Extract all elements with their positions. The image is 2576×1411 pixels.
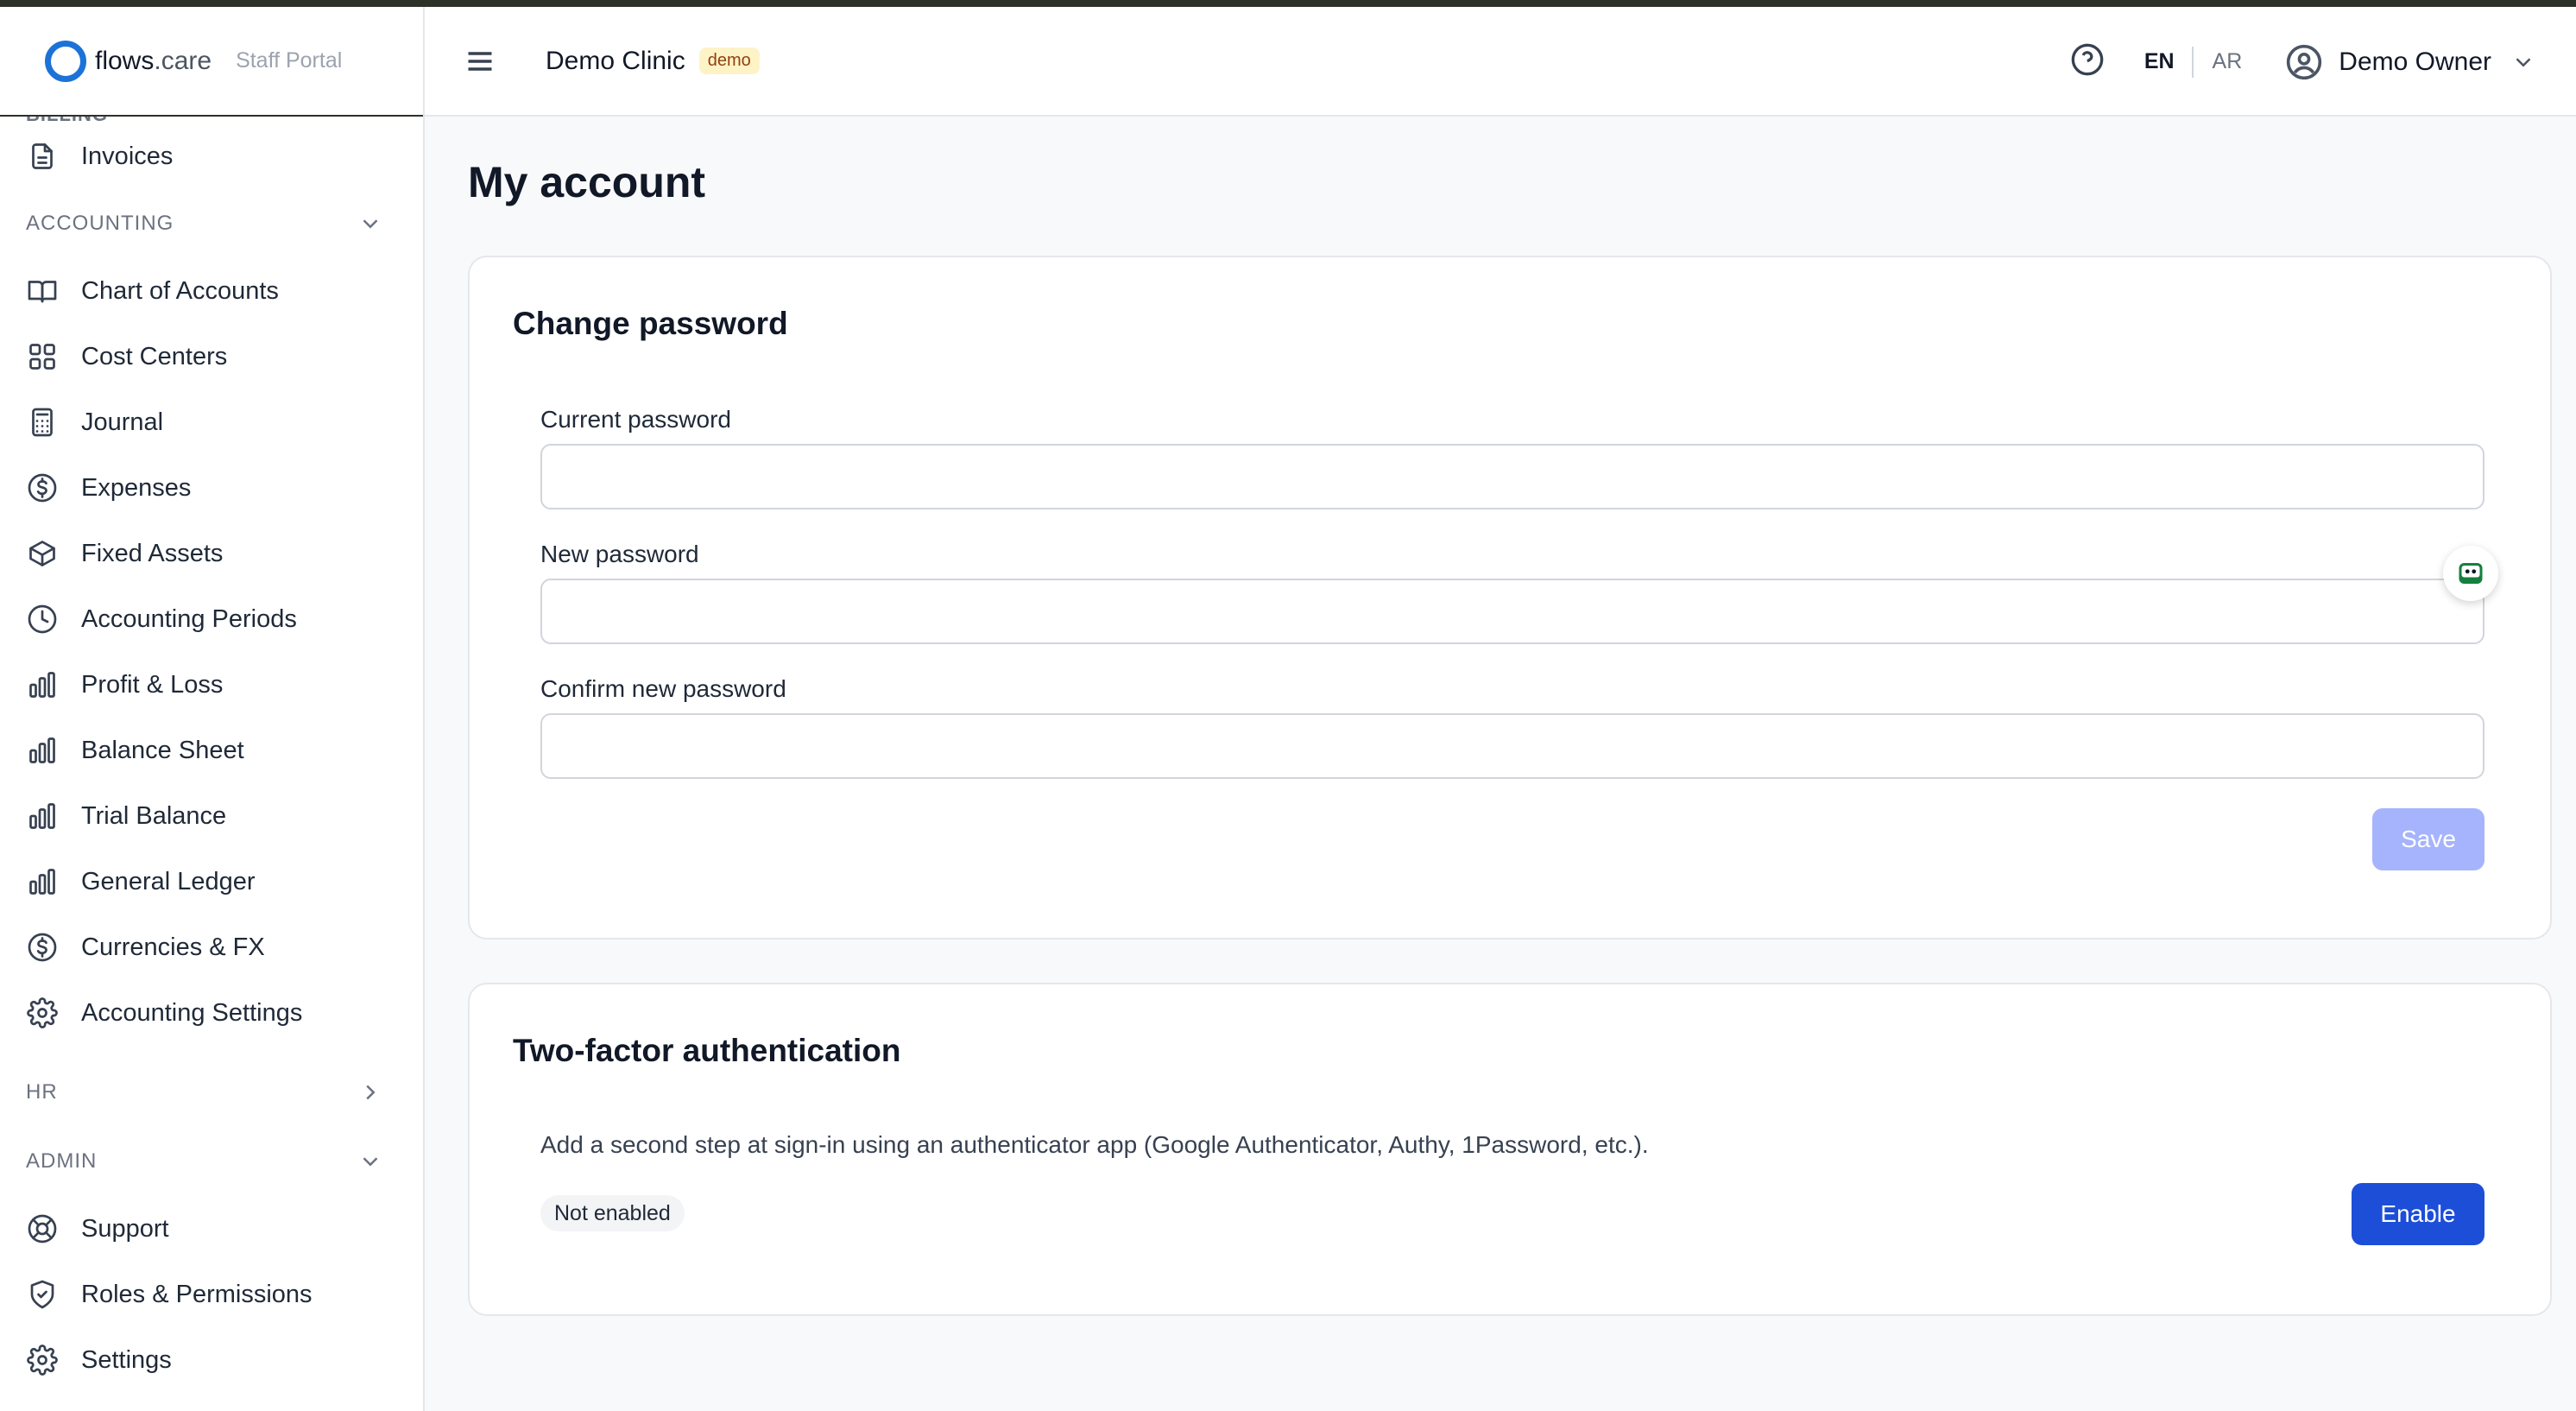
section-accounting[interactable]: ACCOUNTING (0, 189, 423, 258)
two-factor-description: Add a second step at sign-in using an au… (540, 1131, 1649, 1158)
section-label: HR (26, 1080, 58, 1104)
sidebar-item-trial-balance[interactable]: Trial Balance (0, 783, 423, 849)
sidebar-item-profit-loss[interactable]: Profit & Loss (0, 652, 423, 718)
gear-icon (26, 997, 59, 1029)
top-accent-strip (0, 0, 2576, 7)
sidebar-item-journal[interactable]: Journal (0, 389, 423, 455)
sidebar-item-label: Expenses (81, 473, 192, 502)
shield-icon (26, 1278, 59, 1311)
sidebar-item-invoices[interactable]: Invoices (0, 123, 423, 189)
two-factor-card: Two-factor authentication Add a second s… (468, 983, 2552, 1316)
sidebar-item-accounting-periods[interactable]: Accounting Periods (0, 586, 423, 652)
chevron-down-icon (363, 1157, 378, 1167)
logo-icon (45, 40, 86, 82)
enable-2fa-button[interactable]: Enable (2352, 1183, 2484, 1245)
bar-chart-icon (26, 734, 59, 767)
clock-icon (26, 603, 59, 636)
user-menu[interactable]: Demo Owner (2285, 43, 2536, 81)
sidebar-item-label: Chart of Accounts (81, 276, 279, 305)
chevron-right-icon (366, 1085, 376, 1100)
bar-chart-icon (26, 865, 59, 898)
chevron-down-icon (363, 219, 378, 229)
confirm-password-input[interactable] (540, 713, 2484, 779)
sidebar-item-currencies-fx[interactable]: Currencies & FX (0, 914, 423, 980)
current-password-input[interactable] (540, 444, 2484, 509)
document-icon (26, 140, 59, 173)
sidebar-item-label: Accounting Periods (81, 604, 297, 633)
page-title: My account (468, 158, 706, 206)
new-password-label: New password (540, 541, 699, 567)
new-password-input[interactable] (540, 579, 2484, 644)
sidebar: flows.care Staff Portal BILLING Invoices… (0, 7, 425, 1411)
menu-toggle-button[interactable] (461, 42, 499, 80)
current-password-label: Current password (540, 406, 731, 433)
grid-icon (26, 340, 59, 373)
portal-label: Staff Portal (236, 48, 343, 73)
sidebar-item-label: Support (81, 1214, 169, 1243)
sidebar-item-cost-centers[interactable]: Cost Centers (0, 324, 423, 389)
sidebar-item-label: General Ledger (81, 867, 256, 895)
sidebar-item-label: Settings (81, 1345, 172, 1374)
sidebar-item-general-ledger[interactable]: General Ledger (0, 849, 423, 914)
sidebar-item-label: Cost Centers (81, 342, 228, 370)
hamburger-icon (468, 51, 492, 71)
sidebar-item-label: Fixed Assets (81, 539, 224, 567)
sidebar-item-label: Profit & Loss (81, 670, 224, 699)
card-title: Change password (513, 306, 788, 341)
help-button[interactable] (2070, 42, 2105, 81)
bot-icon (2459, 563, 2483, 584)
save-button[interactable]: Save (2372, 808, 2484, 870)
brand[interactable]: flows.care Staff Portal (0, 7, 423, 117)
user-avatar-icon (2287, 44, 2322, 79)
sidebar-item-label: Invoices (81, 142, 174, 170)
sidebar-item-label: Currencies & FX (81, 933, 265, 961)
section-label: ADMIN (26, 1149, 98, 1173)
chevron-down-icon (2516, 57, 2531, 67)
change-password-card: Change password Current password New pas… (468, 256, 2552, 940)
sidebar-item-label: Trial Balance (81, 801, 227, 830)
sidebar-item-settings[interactable]: Settings (0, 1327, 423, 1393)
card-title: Two-factor authentication (513, 1033, 901, 1068)
sidebar-item-balance-sheet[interactable]: Balance Sheet (0, 718, 423, 783)
section-label: ACCOUNTING (26, 212, 174, 235)
confirm-password-label: Confirm new password (540, 675, 786, 702)
section-hr[interactable]: HR (0, 1058, 423, 1127)
sidebar-item-label: Roles & Permissions (81, 1280, 313, 1308)
box-icon (26, 537, 59, 570)
brand-name: flows.care (95, 46, 212, 75)
user-name: Demo Owner (2339, 47, 2491, 76)
lang-en-button[interactable]: EN (2144, 49, 2175, 74)
demo-badge: demo (698, 47, 760, 74)
sidebar-item-support[interactable]: Support (0, 1196, 423, 1262)
sidebar-item-roles-permissions[interactable]: Roles & Permissions (0, 1262, 423, 1327)
top-header: Demo Clinic demo EN AR Demo Owner (425, 7, 2576, 117)
calculator-icon (26, 406, 59, 439)
book-icon (26, 275, 59, 307)
sidebar-item-label: Balance Sheet (81, 736, 244, 764)
gear-icon (26, 1344, 59, 1376)
section-admin[interactable]: ADMIN (0, 1127, 423, 1196)
lifebuoy-icon (26, 1212, 59, 1245)
lang-ar-button[interactable]: AR (2213, 49, 2243, 74)
sidebar-item-label: Journal (81, 408, 164, 436)
assistant-bot-button[interactable] (2443, 546, 2498, 601)
sidebar-nav: Invoices ACCOUNTING Chart of Accounts Co… (0, 123, 423, 1393)
status-badge: Not enabled (540, 1195, 685, 1231)
sidebar-item-label: Accounting Settings (81, 998, 303, 1027)
sidebar-item-accounting-settings[interactable]: Accounting Settings (0, 980, 423, 1046)
clinic-name[interactable]: Demo Clinic (546, 47, 685, 76)
dollar-icon (26, 471, 59, 504)
dollar-icon (26, 931, 59, 964)
sidebar-item-fixed-assets[interactable]: Fixed Assets (0, 521, 423, 586)
sidebar-item-expenses[interactable]: Expenses (0, 455, 423, 521)
bar-chart-icon (26, 800, 59, 832)
sidebar-item-chart-of-accounts[interactable]: Chart of Accounts (0, 258, 423, 324)
lang-divider (2191, 46, 2194, 78)
bar-chart-icon (26, 668, 59, 701)
help-circle-icon (2071, 43, 2104, 76)
